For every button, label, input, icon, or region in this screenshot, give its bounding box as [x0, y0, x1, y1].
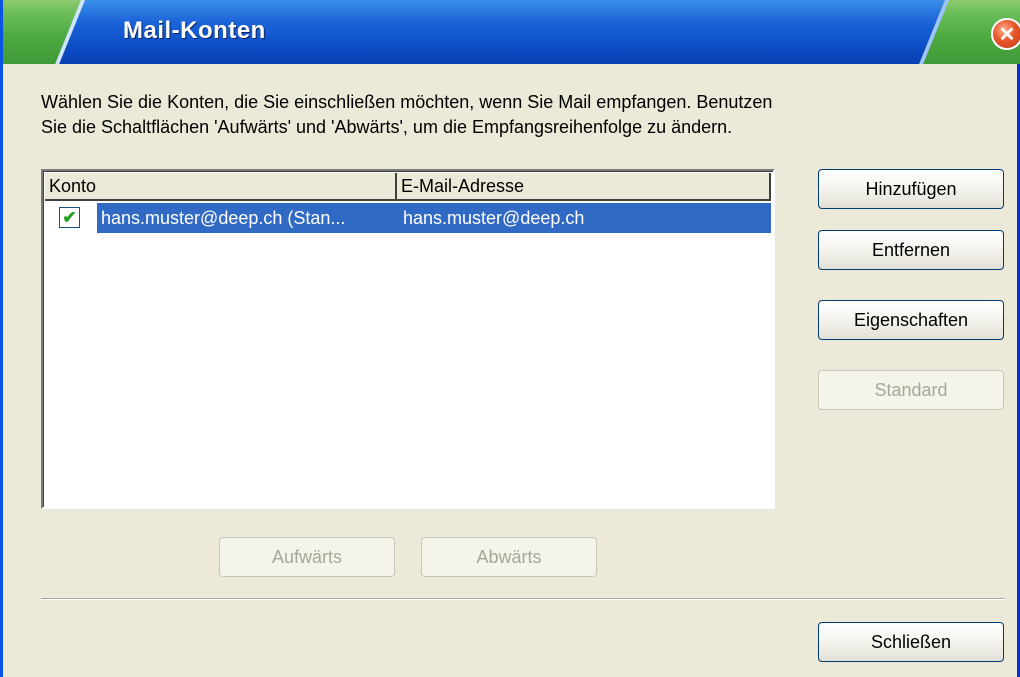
move-down-button[interactable]: Abwärts: [421, 537, 597, 577]
mail-accounts-dialog: Mail-Konten ✕ Wählen Sie die Konten, die…: [0, 0, 1020, 677]
instructions-text: Wählen Sie die Konten, die Sie einschlie…: [41, 90, 941, 140]
accounts-list-header: Konto E-Mail-Adresse: [45, 173, 771, 201]
window-title: Mail-Konten: [123, 17, 266, 44]
close-button[interactable]: Schließen: [818, 622, 1004, 662]
properties-button[interactable]: Eigenschaften: [818, 300, 1004, 340]
column-header-konto[interactable]: Konto: [45, 173, 397, 201]
close-window-button[interactable]: ✕: [991, 18, 1020, 50]
accounts-list[interactable]: Konto E-Mail-Adresse ✔ hans.muster@deep.…: [41, 169, 775, 509]
instructions-line-1: Wählen Sie die Konten, die Sie einschlie…: [41, 92, 773, 112]
remove-button[interactable]: Entfernen: [818, 230, 1004, 270]
checkmark-icon: ✔: [62, 208, 77, 227]
default-button[interactable]: Standard: [818, 370, 1004, 410]
account-email-cell: hans.muster@deep.ch: [403, 208, 585, 228]
account-name-cell: hans.muster@deep.ch (Stan...: [101, 208, 346, 228]
title-bar[interactable]: Mail-Konten ✕: [3, 0, 1020, 64]
move-up-button[interactable]: Aufwärts: [219, 537, 395, 577]
account-checkbox[interactable]: ✔: [59, 207, 80, 228]
column-header-email[interactable]: E-Mail-Adresse: [397, 173, 771, 201]
close-icon: ✕: [998, 23, 1016, 46]
add-button[interactable]: Hinzufügen: [818, 169, 1004, 209]
separator-line: [41, 598, 1005, 600]
instructions-line-2: Sie die Schaltflächen 'Aufwärts' und 'Ab…: [41, 117, 733, 137]
account-row[interactable]: ✔ hans.muster@deep.ch (Stan... hans.must…: [45, 203, 771, 233]
